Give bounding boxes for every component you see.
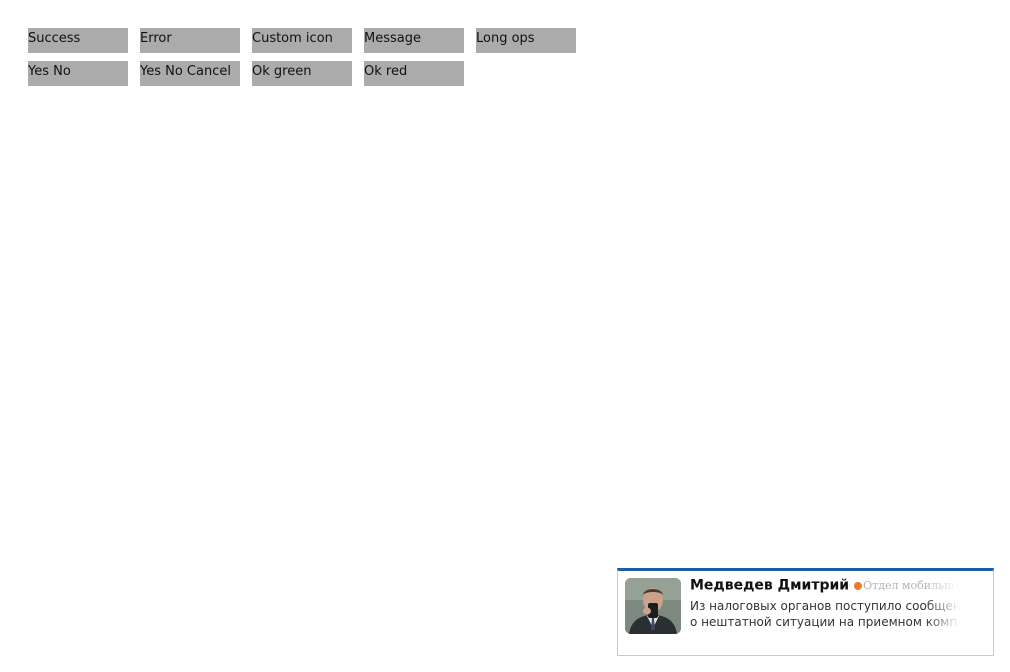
sender-name: Медведев Дмитрий bbox=[690, 577, 850, 594]
ok-green-button[interactable]: Ok green bbox=[252, 61, 352, 86]
yes-no-cancel-button[interactable]: Yes No Cancel bbox=[140, 61, 240, 86]
long-ops-button[interactable]: Long ops bbox=[476, 28, 576, 53]
status-dot-icon bbox=[854, 581, 863, 590]
custom-icon-button[interactable]: Custom icon bbox=[252, 28, 352, 53]
sender-department: Отдел мобильной разработки bbox=[863, 579, 971, 592]
ok-red-button[interactable]: Ok red bbox=[364, 61, 464, 86]
error-button[interactable]: Error bbox=[140, 28, 240, 53]
notification-message: Из налоговых органов поступило сообщение… bbox=[690, 598, 971, 630]
message-button[interactable]: Message bbox=[364, 28, 464, 53]
message-line: Из налоговых органов поступило сообщение bbox=[690, 599, 971, 613]
yes-no-button[interactable]: Yes No bbox=[28, 61, 128, 86]
user-avatar-photo-icon bbox=[625, 578, 681, 634]
avatar bbox=[625, 578, 681, 634]
demo-buttons-row-2: Yes No Yes No Cancel Ok green Ok red bbox=[28, 61, 464, 86]
demo-buttons-row-1: Success Error Custom icon Message Long o… bbox=[28, 28, 576, 53]
notification-header: Медведев Дмитрий Отдел мобильной разработ… bbox=[690, 575, 971, 595]
success-button[interactable]: Success bbox=[28, 28, 128, 53]
notification-toast[interactable]: Медведев Дмитрий Отдел мобильной разработ… bbox=[617, 568, 994, 656]
message-line: о нештатной ситуации на приемном комплек… bbox=[690, 615, 971, 629]
